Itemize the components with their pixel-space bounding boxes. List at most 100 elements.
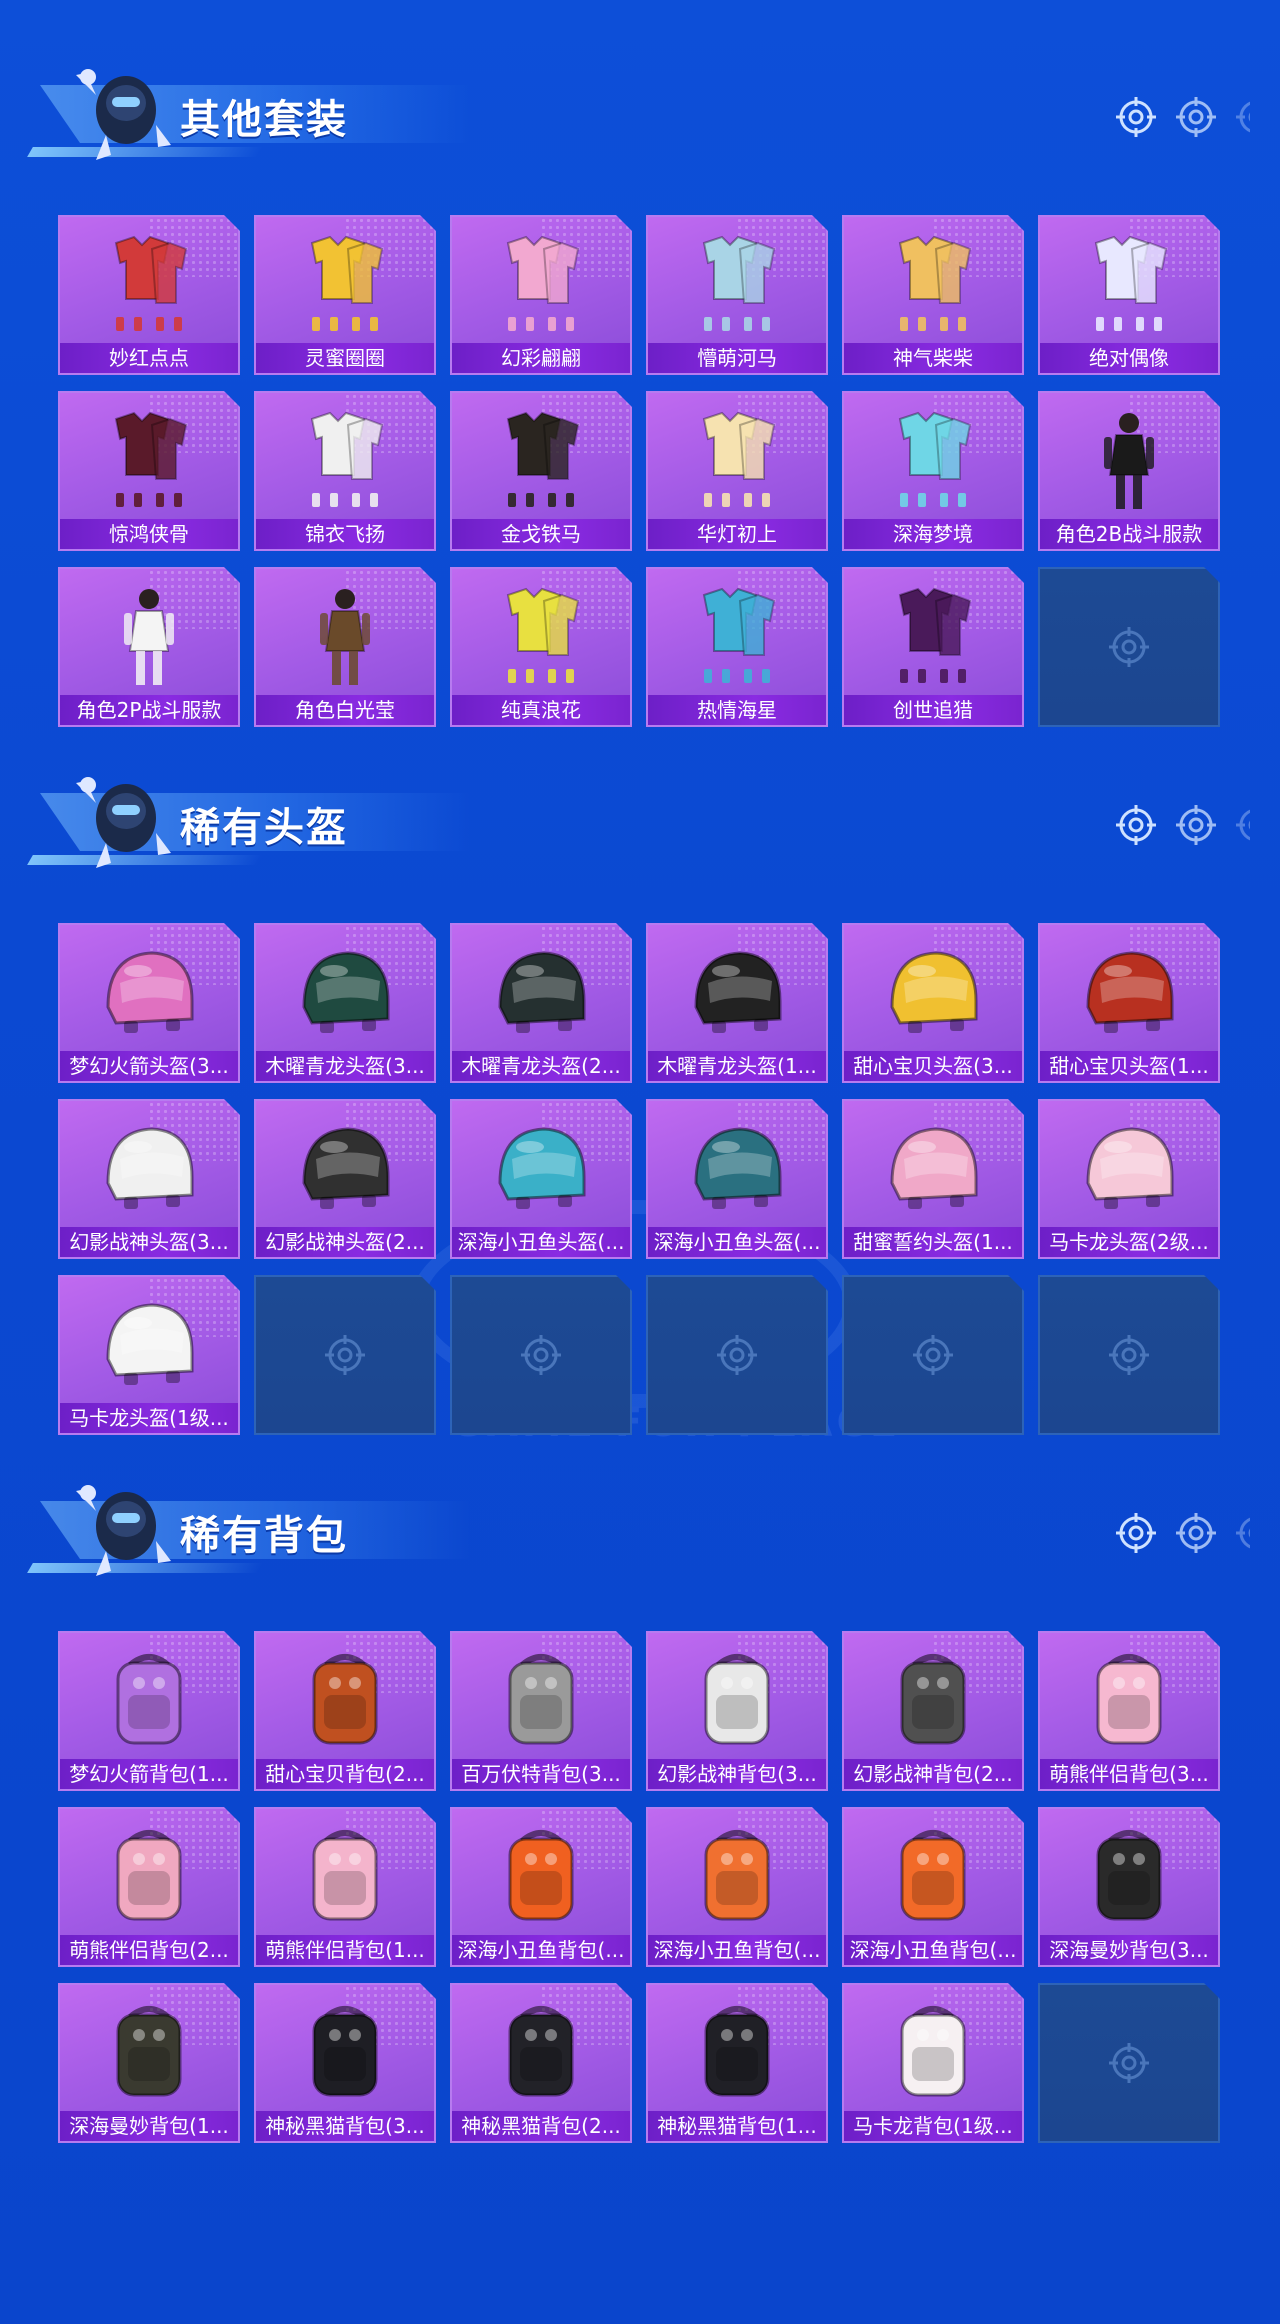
helmet-dragon-icon [486,937,596,1047]
item-card[interactable]: 妙红点点 [58,215,240,375]
crosshair-icon [911,1333,955,1377]
crosshair-icon [1107,625,1151,669]
item-card[interactable]: 萌熊伴侣背包(2... [58,1807,240,1967]
outfit-yellow-icon [290,229,400,339]
crosshair-icon [1107,2041,1151,2085]
item-card[interactable]: 萌熊伴侣背包(1... [254,1807,436,1967]
item-card[interactable]: 深海小丑鱼背包(... [450,1807,632,1967]
item-card[interactable]: 甜心宝贝背包(2... [254,1631,436,1791]
item-card[interactable]: 木曜青龙头盔(2... [450,923,632,1083]
character-2p-icon [94,581,204,691]
item-card[interactable]: 锦衣飞扬 [254,391,436,551]
item-card[interactable]: 梦幻火箭背包(1... [58,1631,240,1791]
item-card[interactable]: 纯真浪花 [450,567,632,727]
item-card[interactable]: 金戈铁马 [450,391,632,551]
backpack-clownfish-icon [486,1821,596,1931]
item-card[interactable]: 甜心宝贝头盔(3... [842,923,1024,1083]
item-card[interactable]: 懵萌河马 [646,215,828,375]
item-card[interactable]: 角色2B战斗服款 [1038,391,1220,551]
helmet-dragon-icon [682,937,792,1047]
item-card[interactable]: 热情海星 [646,567,828,727]
item-card[interactable]: 神秘黑猫背包(1... [646,1983,828,2143]
item-card[interactable]: 木曜青龙头盔(3... [254,923,436,1083]
item-card[interactable]: 马卡龙头盔(1级... [58,1275,240,1435]
crosshair-icon [1234,803,1250,847]
item-card[interactable]: 幻影战神头盔(3... [58,1099,240,1259]
item-card[interactable]: 角色白光莹 [254,567,436,727]
item-card[interactable]: 深海小丑鱼背包(... [646,1807,828,1967]
item-label: 神秘黑猫背包(1... [648,2111,826,2141]
item-label: 惊鸿侠骨 [60,519,238,549]
item-card[interactable]: 创世追猎 [842,567,1024,727]
section-2: 稀有头盔 梦幻火箭头盔(3... 木曜青龙头盔(3... 木曜青龙头盔(2...… [0,763,1280,1453]
item-card[interactable]: 惊鸿侠骨 [58,391,240,551]
helmet-vow-icon [878,1113,988,1223]
item-label: 甜心宝贝头盔(3... [844,1051,1022,1081]
item-label: 绝对偶像 [1040,343,1218,373]
empty-slot [842,1275,1024,1435]
item-card[interactable]: 神秘黑猫背包(3... [254,1983,436,2143]
mascot-icon [66,763,176,873]
item-card[interactable]: 木曜青龙头盔(1... [646,923,828,1083]
backpack-bear-icon [290,1821,400,1931]
item-card[interactable]: 神气柴柴 [842,215,1024,375]
item-label: 懵萌河马 [648,343,826,373]
crosshair-icon [1234,1511,1250,1555]
section-1: 其他套装 妙红点点 灵蜜圈圈 幻彩翩翩 懵萌河马 神气柴柴 绝对偶像 惊鸿侠骨 … [0,55,1280,745]
reticle-decoration [1070,1511,1250,1561]
item-label: 萌熊伴侣背包(3... [1040,1759,1218,1789]
item-label: 纯真浪花 [452,695,630,725]
item-label: 深海曼妙背包(1... [60,2111,238,2141]
item-card[interactable]: 深海小丑鱼头盔(... [450,1099,632,1259]
section-title: 其他套装 [180,97,348,143]
item-card[interactable]: 灵蜜圈圈 [254,215,436,375]
helmet-phantom-icon [290,1113,400,1223]
item-card[interactable]: 神秘黑猫背包(2... [450,1983,632,2143]
item-card[interactable]: 幻影战神背包(3... [646,1631,828,1791]
backpack-scuba-icon [1074,1821,1184,1931]
item-card[interactable]: 百万伏特背包(3... [450,1631,632,1791]
item-card[interactable]: 深海曼妙背包(1... [58,1983,240,2143]
crosshair-icon [1174,803,1218,847]
item-card[interactable]: 甜心宝贝头盔(1... [1038,923,1220,1083]
empty-slot [1038,1275,1220,1435]
item-card[interactable]: 华灯初上 [646,391,828,551]
crosshair-icon [1174,95,1218,139]
item-label: 梦幻火箭背包(1... [60,1759,238,1789]
item-label: 深海小丑鱼头盔(... [452,1227,630,1257]
item-label: 深海小丑鱼背包(... [648,1935,826,1965]
item-card[interactable]: 深海曼妙背包(3... [1038,1807,1220,1967]
item-card[interactable]: 马卡龙背包(1级... [842,1983,1024,2143]
item-card[interactable]: 幻影战神背包(2... [842,1631,1024,1791]
item-label: 木曜青龙头盔(3... [256,1051,434,1081]
item-card[interactable]: 甜蜜誓约头盔(1... [842,1099,1024,1259]
item-card[interactable]: 萌熊伴侣背包(3... [1038,1631,1220,1791]
helmet-phantom-icon [94,1113,204,1223]
outfit-hunter-icon [878,581,988,691]
item-label: 幻影战神头盔(2... [256,1227,434,1257]
outfit-hanfu-red-icon [94,405,204,515]
backpack-volt-icon [486,1645,596,1755]
item-card[interactable]: 马卡龙头盔(2级... [1038,1099,1220,1259]
helmet-clownfish-icon [682,1113,792,1223]
item-label: 幻彩翩翩 [452,343,630,373]
item-card[interactable]: 深海小丑鱼背包(... [842,1807,1024,1967]
item-label: 甜心宝贝头盔(1... [1040,1051,1218,1081]
item-card[interactable]: 深海小丑鱼头盔(... [646,1099,828,1259]
backpack-cat-icon [486,1997,596,2107]
backpack-rocket-icon [94,1645,204,1755]
item-card[interactable]: 幻影战神头盔(2... [254,1099,436,1259]
item-card[interactable]: 角色2P战斗服款 [58,567,240,727]
backpack-bear-icon [1074,1645,1184,1755]
item-card[interactable]: 梦幻火箭头盔(3... [58,923,240,1083]
item-card[interactable]: 深海梦境 [842,391,1024,551]
item-card[interactable]: 绝对偶像 [1038,215,1220,375]
item-label: 甜心宝贝背包(2... [256,1759,434,1789]
item-label: 马卡龙头盔(2级... [1040,1227,1218,1257]
item-label: 深海曼妙背包(3... [1040,1935,1218,1965]
item-card[interactable]: 幻彩翩翩 [450,215,632,375]
backpack-macaron-icon [878,1997,988,2107]
item-label: 创世追猎 [844,695,1022,725]
item-label: 幻影战神头盔(3... [60,1227,238,1257]
helmet-macaron-icon [1074,1113,1184,1223]
